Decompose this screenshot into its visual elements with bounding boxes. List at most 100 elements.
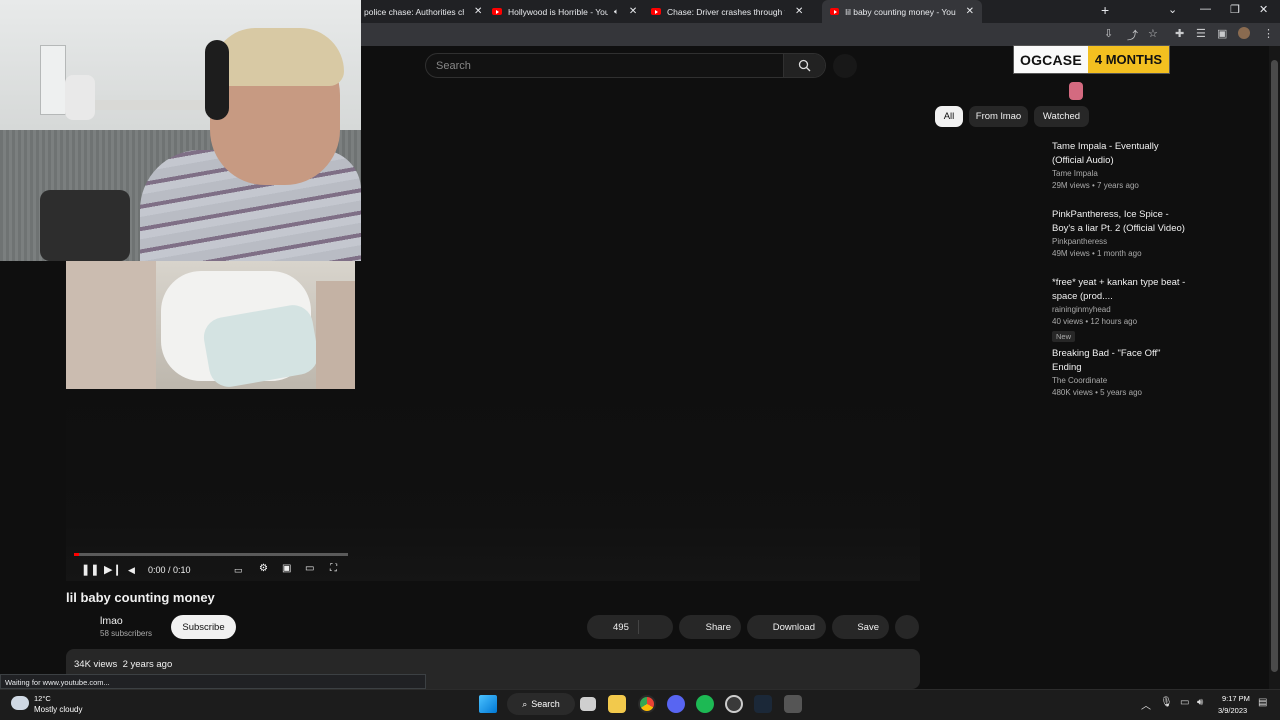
voice-search-button[interactable] (833, 54, 857, 78)
network-icon[interactable]: ▭ (1180, 697, 1189, 708)
tray-chevron-icon[interactable]: ︿ (1141, 697, 1151, 712)
tab-search-chevron-icon[interactable]: ⌄ (1168, 3, 1177, 16)
more-actions-button[interactable] (895, 615, 919, 639)
file-explorer-icon[interactable] (608, 695, 626, 713)
new-badge: New (1052, 331, 1076, 342)
tab-chase-driver[interactable]: Chase: Driver crashes through fe ✕ (651, 0, 803, 23)
recommendation-channel: The Coordinate (1052, 376, 1108, 385)
video-frame (66, 261, 355, 389)
tab-lil-baby[interactable]: lil baby counting money - YouTu ✕ (822, 0, 982, 23)
badge-username: OGCASE (1014, 46, 1088, 73)
download-button[interactable]: Download (747, 615, 826, 639)
recommendation-item[interactable]: *free* yeat + kankan type beat - space (… (1052, 276, 1192, 344)
tab-close-icon[interactable]: ✕ (474, 6, 482, 17)
minimize-button[interactable]: — (1200, 3, 1211, 15)
search-button[interactable] (783, 54, 825, 77)
theater-mode-icon[interactable]: ▭ (305, 563, 314, 574)
webcam-chair (40, 190, 130, 261)
weather-temperature[interactable]: 12°C (34, 694, 51, 703)
tab-police-chase[interactable]: police chase: Authorities ch ✕ (364, 0, 482, 23)
volume-tray-icon[interactable]: 🔊︎ (1197, 697, 1203, 708)
weather-description[interactable]: Mostly cloudy (34, 705, 82, 714)
task-view-icon[interactable] (580, 697, 596, 711)
menu-kebab-icon[interactable]: ⋮ (1263, 27, 1274, 40)
install-app-icon[interactable]: ⇩ (1104, 27, 1113, 40)
miniplayer-icon[interactable]: ▣ (282, 563, 291, 574)
view-count: 34K views (74, 659, 118, 670)
taskbar-search-button[interactable]: ⌕ Search (507, 693, 575, 715)
chip-watched[interactable]: Watched (1034, 106, 1089, 127)
settings-gear-icon[interactable]: ⚙ (259, 563, 268, 574)
spotify-icon[interactable] (696, 695, 714, 713)
recommendation-title: *free* yeat + kankan type beat - space (… (1052, 277, 1186, 302)
profile-avatar[interactable] (1238, 27, 1250, 39)
share-icon[interactable]: ⤴ (1127, 27, 1138, 43)
fullscreen-icon[interactable]: ⛶ (330, 563, 337, 574)
recommendation-title: Tame Impala - Eventually (Official Audio… (1052, 141, 1159, 166)
side-panel-icon[interactable]: ▣ (1217, 27, 1227, 40)
tab-close-icon[interactable]: ✕ (795, 6, 803, 17)
page-scrollbar[interactable] (1269, 46, 1280, 689)
recommendation-meta: 49M views • 1 month ago (1052, 249, 1142, 258)
recommendation-title: Breaking Bad - "Face Off" Ending (1052, 348, 1161, 373)
chip-from-channel[interactable]: From lmao (969, 106, 1028, 127)
microphone-icon[interactable]: 🎙︎ (1160, 697, 1173, 708)
clock-date[interactable]: 3/9/2023 (1218, 706, 1247, 715)
chrome-icon[interactable] (638, 695, 656, 713)
share-button[interactable]: Share (679, 615, 741, 639)
recommendation-meta: 480K views • 5 years ago (1052, 388, 1142, 397)
recommendation-item[interactable]: PinkPantheress, Ice Spice - Boy's a liar… (1052, 208, 1192, 258)
close-window-button[interactable]: ✕ (1259, 3, 1268, 16)
tab-hollywood[interactable]: Hollywood is Horrible - YouT 🔈︎ ✕ (492, 0, 637, 23)
recommendation-title: PinkPantheress, Ice Spice - Boy's a liar… (1052, 209, 1185, 234)
progress-bar[interactable] (74, 553, 348, 556)
recommendation-channel: Tame Impala (1052, 169, 1098, 178)
recommendation-views: 49M views (1052, 249, 1090, 258)
next-button[interactable]: ▶❙ (104, 563, 122, 576)
recommendation-channel: raininginmyhead (1052, 305, 1111, 314)
app-icon[interactable] (725, 695, 743, 713)
youtube-favicon-icon (492, 8, 502, 15)
chip-all[interactable]: All (935, 106, 963, 127)
search-input[interactable] (436, 54, 776, 77)
scrollbar-thumb[interactable] (1271, 60, 1278, 672)
pause-button[interactable]: ❚❚ (81, 563, 99, 576)
extensions-icon[interactable]: ✚ (1175, 27, 1184, 40)
clip-arm-right (316, 281, 355, 389)
settings-app-icon[interactable] (784, 695, 802, 713)
tab-title: police chase: Authorities ch (364, 6, 464, 17)
speaker-icon[interactable]: 🔈︎ (614, 7, 619, 17)
like-button[interactable]: 495 (587, 615, 673, 639)
tab-title: lil baby counting money - YouTu (845, 6, 956, 17)
steam-icon[interactable] (754, 695, 772, 713)
subtitles-icon[interactable]: ▭ (234, 565, 243, 576)
clock-time[interactable]: 9:17 PM (1222, 694, 1250, 703)
bookmark-star-icon[interactable]: ☆ (1148, 27, 1158, 40)
subscribe-button[interactable]: Subscribe (171, 615, 236, 639)
cloud-icon[interactable] (11, 696, 29, 710)
tab-close-icon[interactable]: ✕ (966, 6, 974, 17)
channel-name[interactable]: lmao (100, 615, 123, 627)
recommendation-item[interactable]: Tame Impala - Eventually (Official Audio… (1052, 140, 1192, 190)
notification-icon[interactable]: ▤ (1258, 697, 1267, 708)
webcam-door (40, 45, 66, 115)
taskbar-search-label: Search (531, 699, 560, 709)
search-box (425, 53, 826, 78)
like-count: 495 (613, 621, 629, 633)
save-button[interactable]: Save (832, 615, 889, 639)
video-title: lil baby counting money (66, 590, 215, 605)
new-tab-button[interactable]: + (1101, 2, 1109, 18)
tab-close-icon[interactable]: ✕ (629, 6, 637, 17)
windows-start-icon[interactable] (479, 695, 497, 713)
reading-list-icon[interactable]: ☰ (1196, 27, 1206, 40)
subscriber-count: 58 subscribers (100, 629, 153, 638)
volume-icon[interactable]: ◀ (128, 565, 135, 576)
discord-icon[interactable] (667, 695, 685, 713)
tab-title: Hollywood is Horrible - YouT (508, 6, 608, 17)
recommendation-age: 1 month ago (1097, 249, 1142, 258)
restore-button[interactable]: ❐ (1230, 3, 1240, 16)
search-icon: ⌕ (522, 698, 528, 709)
recommendation-item[interactable]: Breaking Bad - "Face Off" Ending The Coo… (1052, 347, 1192, 397)
search-icon (798, 59, 811, 72)
recommendation-meta: 40 views • 12 hours ago (1052, 317, 1138, 326)
